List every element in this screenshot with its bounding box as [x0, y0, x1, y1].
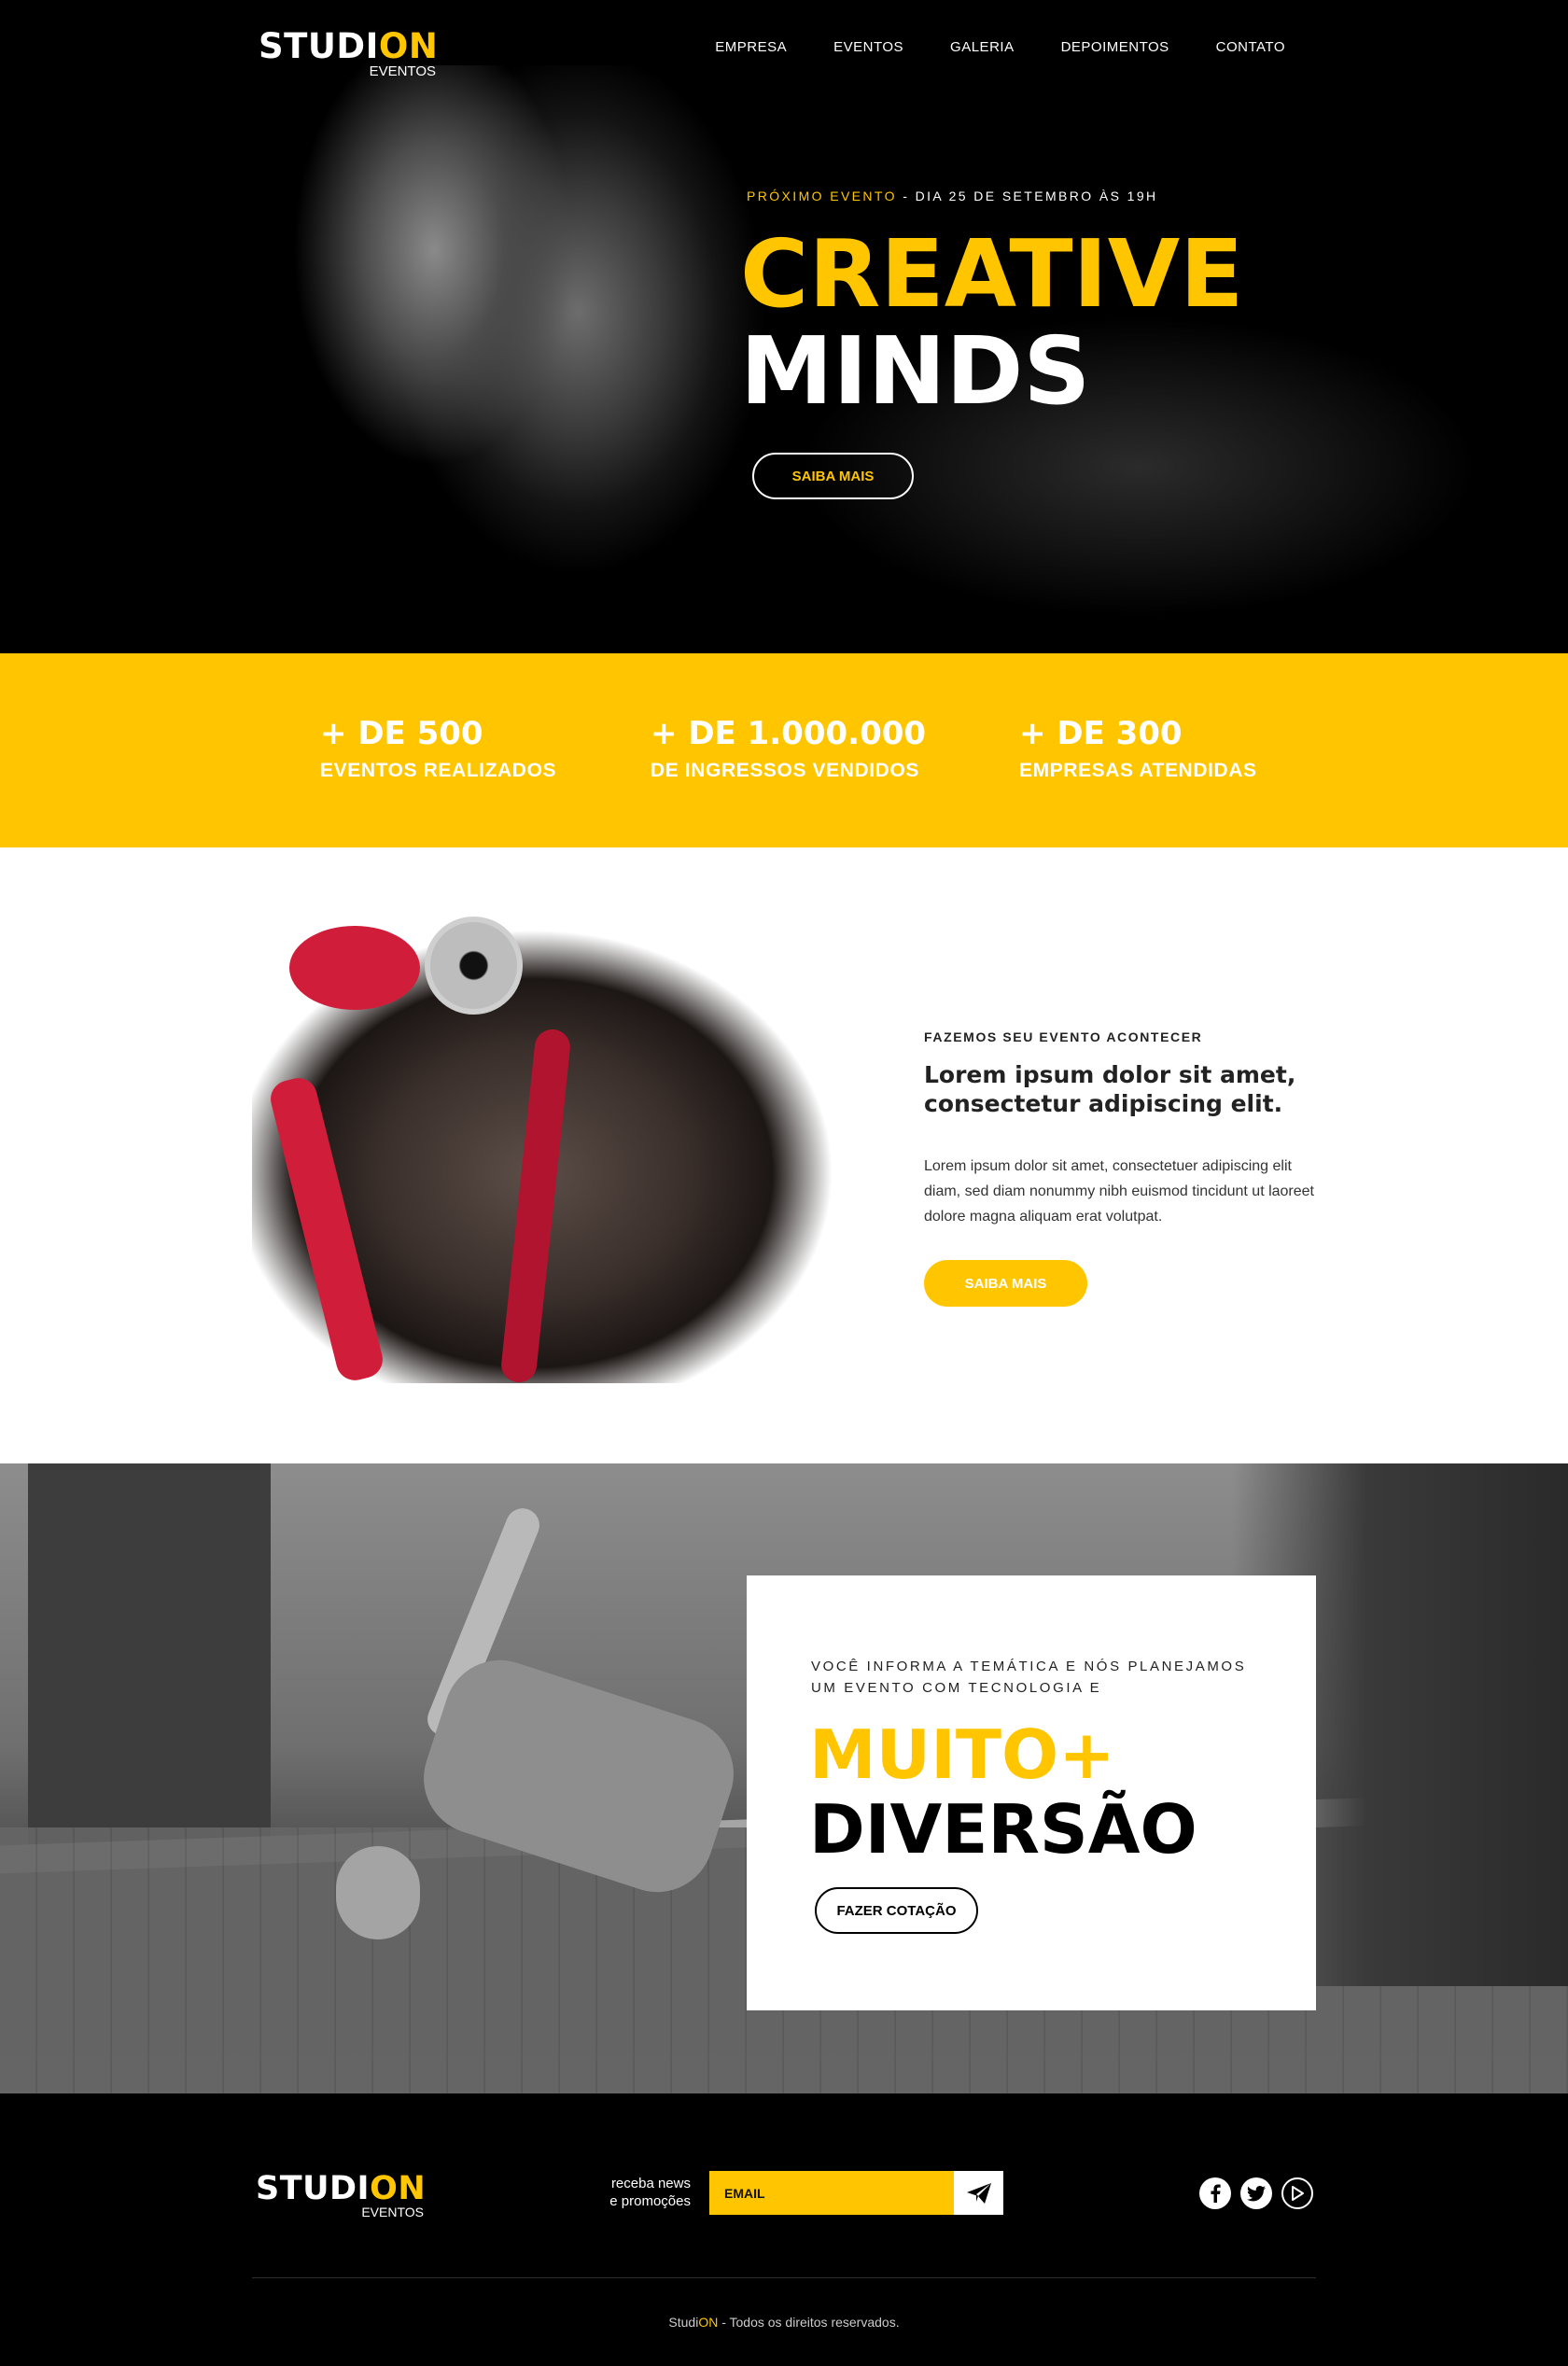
newsletter-send-button[interactable] [954, 2171, 1003, 2215]
fazer-cotacao-button[interactable]: FAZER COTAÇÃO [815, 1887, 978, 1934]
hero-title-line2: MINDS [740, 316, 1091, 426]
hero-title: CREATIVE MINDS [740, 226, 1243, 420]
nav-item-empresa[interactable]: EMPRESA [715, 39, 787, 55]
twitter-icon [1247, 2185, 1266, 2201]
footer-logo[interactable]: STUDION EVENTOS [256, 2169, 427, 2219]
stat-ingressos: + DE 1.000.000 DE INGRESSOS VENDIDOS [651, 715, 926, 782]
background-wall [28, 1463, 271, 1855]
social-links [1199, 2177, 1313, 2209]
next-event-label: PRÓXIMO EVENTO [747, 189, 897, 203]
dance-title-line1: MUITO+ [809, 1715, 1115, 1794]
hero-section: STUDION EVENTOS EMPRESA EVENTOS GALERIA … [0, 0, 1568, 653]
stats-section: + DE 500 EVENTOS REALIZADOS + DE 1.000.0… [0, 653, 1568, 847]
header-logo[interactable]: STUDION EVENTOS [259, 26, 439, 79]
facebook-link[interactable] [1199, 2177, 1231, 2209]
newsletter-label: receba news e promoções [609, 2176, 691, 2209]
stat-empresas: + DE 300 EMPRESAS ATENDIDAS [1019, 715, 1257, 782]
nav-item-contato[interactable]: CONTATO [1216, 39, 1285, 55]
about-saiba-mais-button[interactable]: SAIBA MAIS [924, 1260, 1087, 1307]
about-painted-dancer-image [252, 917, 877, 1383]
main-nav: EMPRESA EVENTOS GALERIA DEPOIMENTOS CONT… [715, 39, 1285, 55]
next-event-info: PRÓXIMO EVENTO - DIA 25 DE SETEMBRO ÀS 1… [747, 189, 1158, 203]
dance-title: MUITO+ DIVERSÃO [809, 1717, 1197, 1867]
breakdancer-image [299, 1501, 749, 2023]
hero-saiba-mais-button[interactable]: SAIBA MAIS [752, 453, 914, 499]
dance-kicker: VOCÊ INFORMA A TEMÁTICA E NÓS PLANEJAMOS… [811, 1659, 1247, 1696]
newsletter-email-input[interactable] [709, 2171, 954, 2215]
twitter-link[interactable] [1240, 2177, 1272, 2209]
logo-wordmark: STUDION [256, 2170, 427, 2207]
dance-title-line2: DIVERSÃO [809, 1790, 1197, 1869]
about-text: Lorem ipsum dolor sit amet, consectetuer… [924, 1158, 1314, 1225]
logo-wordmark: STUDION [259, 26, 439, 66]
send-icon [966, 2182, 991, 2204]
copyright-text: StudiON - Todos os direitos reservados. [668, 2315, 900, 2330]
nav-item-eventos[interactable]: EVENTOS [833, 39, 903, 55]
stat-label: DE INGRESSOS VENDIDOS [651, 760, 919, 781]
dance-cta-card: VOCÊ INFORMA A TEMÁTICA E NÓS PLANEJAMOS… [747, 1575, 1316, 2010]
stat-number: + DE 1.000.000 [651, 715, 927, 752]
stat-eventos: + DE 500 EVENTOS REALIZADOS [320, 715, 556, 782]
stat-number: + DE 500 [320, 715, 483, 752]
dance-section: VOCÊ INFORMA A TEMÁTICA E NÓS PLANEJAMOS… [0, 1463, 1568, 2093]
newsletter-form [709, 2171, 1003, 2215]
nav-item-depoimentos[interactable]: DEPOIMENTOS [1061, 39, 1169, 55]
nav-item-galeria[interactable]: GALERIA [950, 39, 1015, 55]
youtube-link[interactable] [1281, 2177, 1313, 2209]
facebook-icon [1211, 2184, 1221, 2203]
about-kicker: FAZEMOS SEU EVENTO ACONTECER [924, 1029, 1203, 1044]
stat-label: EMPRESAS ATENDIDAS [1019, 760, 1257, 781]
about-section: FAZEMOS SEU EVENTO ACONTECER Lorem ipsum… [0, 847, 1568, 1463]
hero-face-image [280, 65, 588, 551]
hero-title-line1: CREATIVE [740, 219, 1244, 329]
next-event-date: - DIA 25 DE SETEMBRO ÀS 19H [896, 189, 1158, 203]
youtube-icon [1292, 2186, 1304, 2201]
footer: STUDION EVENTOS receba news e promoções [0, 2093, 1568, 2366]
footer-divider [252, 2277, 1316, 2278]
stat-label: EVENTOS REALIZADOS [320, 760, 557, 781]
stat-number: + DE 300 [1019, 715, 1183, 752]
about-title: Lorem ipsum dolor sit amet, consectetur … [924, 1061, 1296, 1117]
